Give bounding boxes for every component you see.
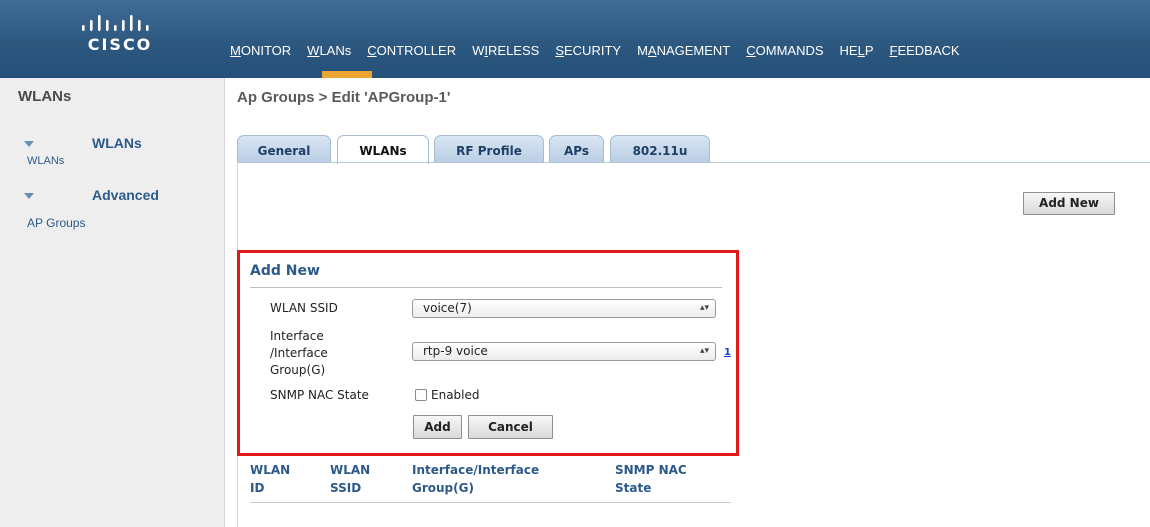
cisco-logo-bars-icon [82,15,149,31]
sidebar-item-wlans[interactable]: WLANs [27,155,64,167]
snmp-enabled-label: Enabled [431,388,480,402]
col-snmp-nac-line1: SNMP NAC [615,463,687,477]
sidebar-title: WLANs [18,88,72,105]
cisco-logo: CISCO [0,0,226,78]
col-wlan-id-line1: WLAN [250,463,291,477]
cisco-wordmark: CISCO [87,35,153,54]
tab-aps[interactable]: APs [549,135,604,163]
interface-label-line3: Group(G) [270,363,326,377]
col-wlan-ssid-line2: SSID [330,481,362,495]
interface-label-line1: Interface [270,329,324,343]
add-new-form-title: Add New [250,263,320,279]
nav-wireless[interactable]: WIRELESS [471,43,540,58]
nav-monitor[interactable]: MONITOR [229,43,292,58]
tab-general[interactable]: General [237,135,331,163]
wlan-ssid-select[interactable]: voice(7) ▴▾ [412,299,716,318]
col-wlan-ssid-line1: WLAN [330,463,371,477]
sidebar-item-ap-groups[interactable]: AP Groups [27,216,85,230]
col-wlan-id-line2: ID [250,481,265,495]
cancel-button[interactable]: Cancel [468,415,553,439]
nav-management[interactable]: MANAGEMENT [636,43,731,58]
nav-feedback[interactable]: FEEDBACK [889,43,961,58]
tab-rf-profile[interactable]: RF Profile [434,135,544,163]
tab-wlans[interactable]: WLANs [337,135,429,164]
interface-select[interactable]: rtp-9 voice ▴▾ [412,342,716,361]
sidebar-group-wlans[interactable]: WLANs [92,135,142,151]
sidebar-group-advanced[interactable]: Advanced [92,187,159,203]
tab-divider [237,162,1150,163]
col-interface-line2: Group(G) [412,481,474,495]
nav-commands[interactable]: COMMANDS [745,43,824,58]
add-button[interactable]: Add [413,415,462,439]
col-interface-line1: Interface/Interface [412,463,540,477]
interface-value: rtp-9 voice [423,344,488,358]
interface-help-link[interactable]: 1 [724,347,731,358]
collapse-triangle-icon[interactable] [24,141,34,147]
snmp-nac-state-label: SNMP NAC State [270,388,369,402]
main-nav: MONITOR WLANs CONTROLLER WIRELESS SECURITY MA… [229,43,975,58]
active-nav-indicator [322,71,372,78]
nav-controller[interactable]: CONTROLLER [366,43,457,58]
nav-security[interactable]: SECURITY [554,43,622,58]
nav-wlans[interactable]: WLANs [306,43,352,58]
nav-help[interactable]: HELP [839,43,875,58]
wlan-ssid-value: voice(7) [423,301,472,315]
select-arrows-icon: ▴▾ [699,303,709,313]
top-header: CISCO MONITOR WLANs CONTROLLER WIRELESS SECU… [0,0,1150,78]
collapse-triangle-icon[interactable] [24,193,34,199]
select-arrows-icon: ▴▾ [699,346,709,356]
sidebar: WLANs WLANs WLANs Advanced AP Groups [0,78,225,527]
snmp-enabled-checkbox[interactable] [415,389,427,401]
wlan-ssid-label: WLAN SSID [270,301,338,315]
interface-label-line2: /Interface [270,346,328,360]
form-divider [250,287,722,288]
table-header-rule [250,502,731,503]
add-new-button[interactable]: Add New [1023,192,1115,215]
tab-802-11u[interactable]: 802.11u [610,135,710,163]
col-snmp-nac-line2: State [615,481,652,495]
page-title: Ap Groups > Edit 'APGroup-1' [237,89,451,106]
